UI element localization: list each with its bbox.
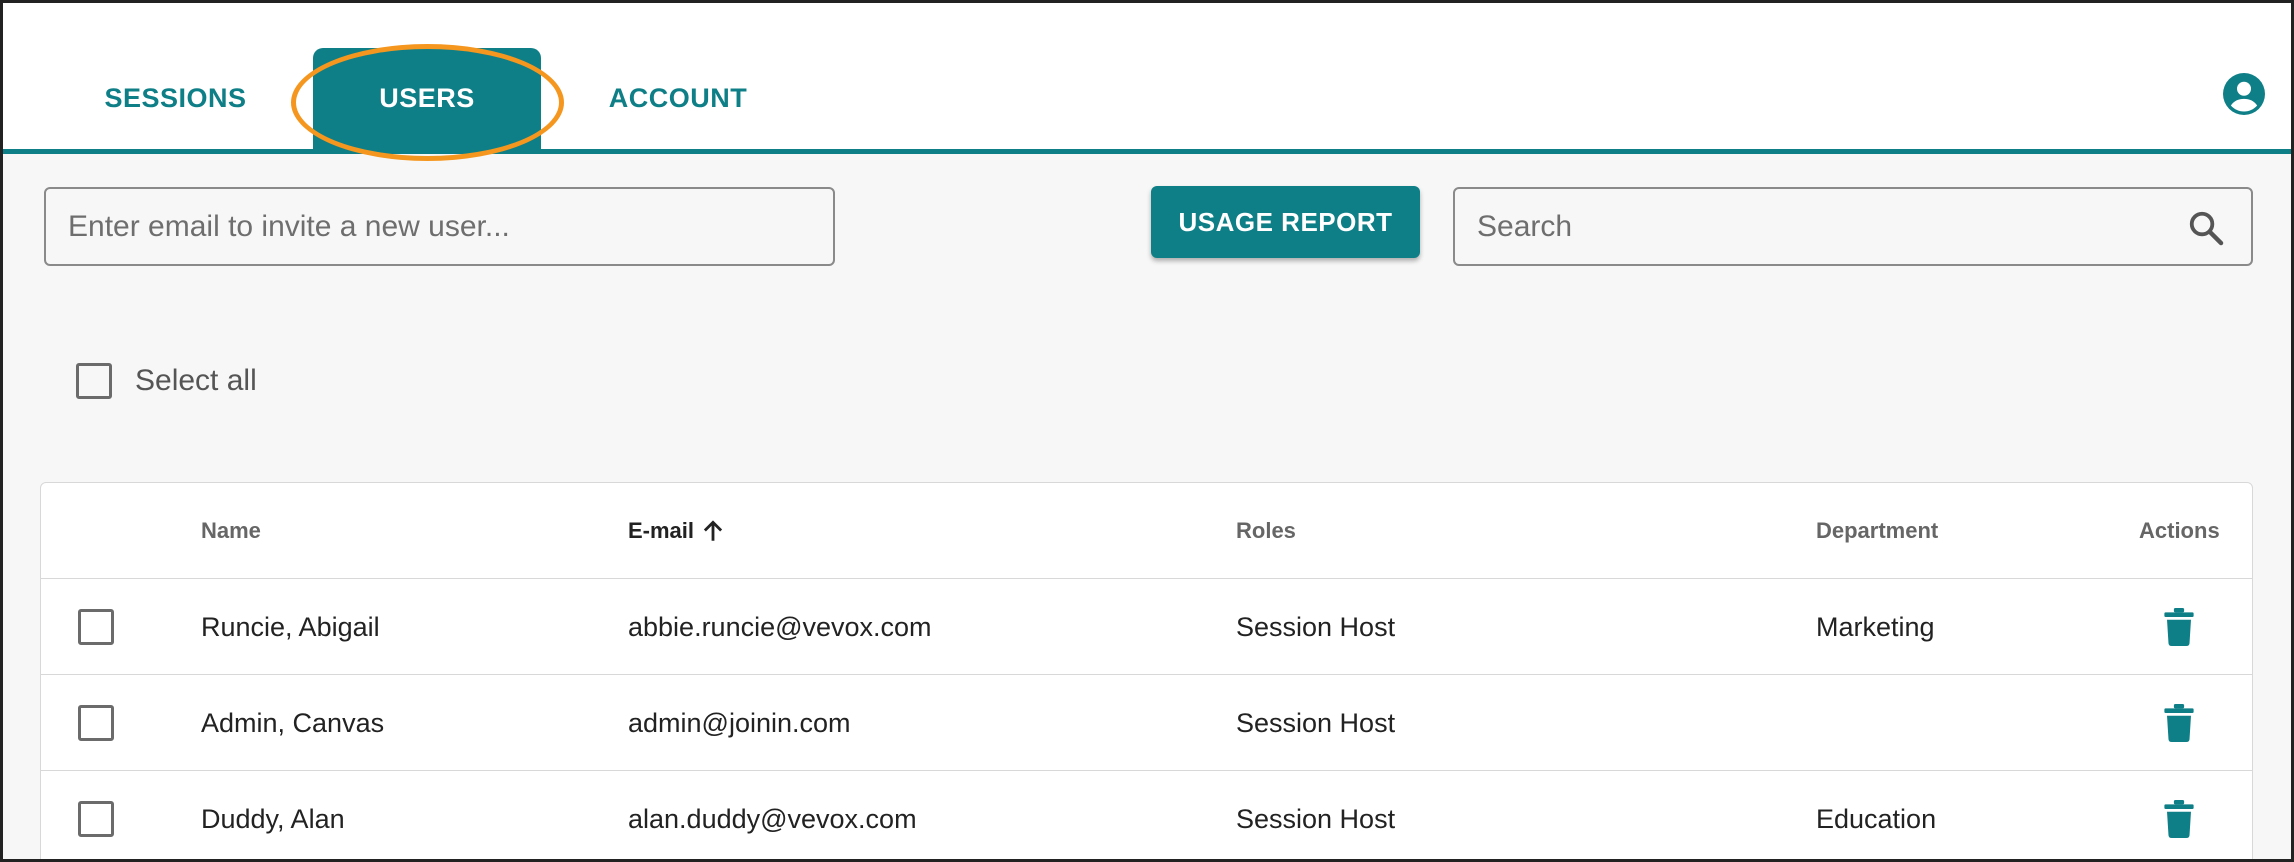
cell-email: alan.duddy@vevox.com: [628, 803, 917, 834]
table-row: Duddy, Alan alan.duddy@vevox.com Session…: [41, 771, 2252, 862]
table-row: Runcie, Abigail abbie.runcie@vevox.com S…: [41, 579, 2252, 675]
users-table: Name E-mail Roles Department Actions Run…: [40, 482, 2253, 862]
search-field[interactable]: [1453, 187, 2253, 266]
cell-name: Runcie, Abigail: [201, 611, 380, 642]
column-header-roles[interactable]: Roles: [1236, 483, 1296, 579]
column-header-name[interactable]: Name: [201, 483, 261, 579]
row-checkbox-cell: [78, 579, 114, 675]
invite-email-input[interactable]: [44, 187, 835, 266]
search-icon[interactable]: [2187, 209, 2225, 247]
select-all-control[interactable]: Select all: [76, 361, 257, 401]
cell-department: Marketing: [1816, 611, 1935, 642]
usage-report-button[interactable]: USAGE REPORT: [1151, 186, 1420, 258]
trash-icon[interactable]: [2164, 608, 2194, 646]
cell-roles: Session Host: [1236, 611, 1396, 642]
cell-actions: [2164, 771, 2194, 862]
tab-sessions[interactable]: SESSIONS: [88, 48, 263, 149]
cell-actions: [2164, 579, 2194, 675]
cell-roles: Session Host: [1236, 803, 1396, 834]
tab-account[interactable]: ACCOUNT: [583, 48, 773, 149]
sort-ascending-arrow-icon[interactable]: [700, 518, 726, 544]
column-header-email-label: E-mail: [628, 518, 695, 543]
trash-icon[interactable]: [2164, 800, 2194, 838]
select-all-label: Select all: [135, 364, 257, 397]
column-header-email[interactable]: E-mail: [628, 483, 726, 579]
trash-icon[interactable]: [2164, 704, 2194, 742]
cell-email: admin@joinin.com: [628, 707, 851, 738]
row-checkbox-cell: [78, 675, 114, 771]
account-circle-icon[interactable]: [2223, 73, 2265, 115]
row-checkbox-cell: [78, 771, 114, 862]
cell-roles: Session Host: [1236, 707, 1396, 738]
tab-users[interactable]: USERS: [313, 48, 541, 149]
column-header-department[interactable]: Department: [1816, 483, 1938, 579]
row-checkbox[interactable]: [78, 801, 114, 837]
cell-actions: [2164, 675, 2194, 771]
cell-name: Admin, Canvas: [201, 707, 385, 738]
table-header: Name E-mail Roles Department Actions: [41, 483, 2252, 579]
cell-department: Education: [1816, 803, 1937, 834]
row-checkbox[interactable]: [78, 705, 114, 741]
row-checkbox[interactable]: [78, 609, 114, 645]
select-all-checkbox[interactable]: [76, 363, 112, 399]
cell-name: Duddy, Alan: [201, 803, 345, 834]
table-row: Admin, Canvas admin@joinin.com Session H…: [41, 675, 2252, 771]
cell-email: abbie.runcie@vevox.com: [628, 611, 932, 642]
top-navigation: SESSIONS USERS ACCOUNT: [0, 0, 2294, 161]
search-input[interactable]: [1455, 189, 2155, 264]
column-header-actions: Actions: [2139, 518, 2220, 543]
